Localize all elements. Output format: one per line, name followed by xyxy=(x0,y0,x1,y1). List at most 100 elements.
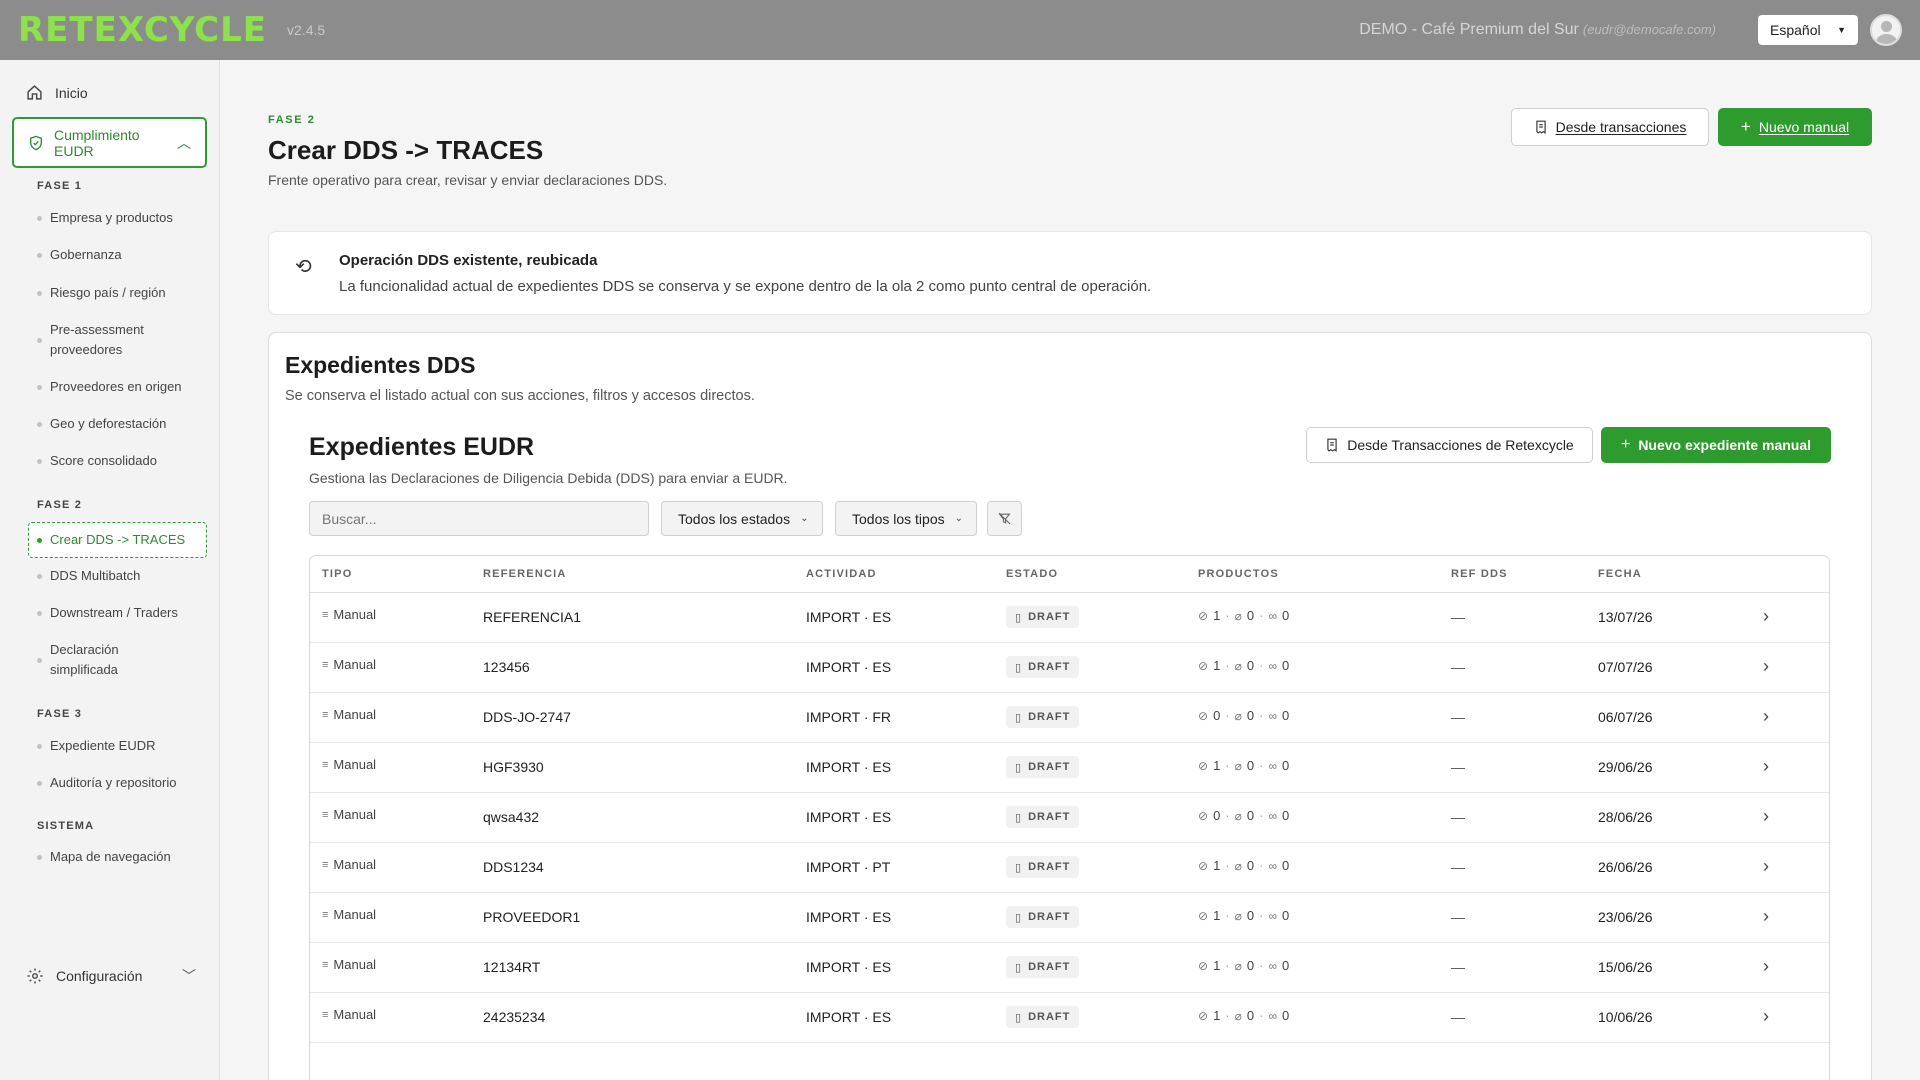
new-manual-button[interactable]: + Nuevo manual xyxy=(1718,108,1872,146)
sidebar-item-home[interactable]: Inicio xyxy=(26,84,88,101)
sidebar-item-config[interactable]: Configuración ﹀ xyxy=(26,966,196,986)
sidebar-item-expediente[interactable]: Expediente EUDR xyxy=(37,736,156,756)
row-ref-dds: — xyxy=(1451,859,1465,875)
attachment-count: 0 xyxy=(1246,1008,1255,1023)
link-icon: ∞ xyxy=(1268,658,1278,673)
phase-2-label: FASE 2 xyxy=(37,499,83,511)
tag-icon: ⊘ xyxy=(1198,708,1209,723)
chevron-right-icon[interactable]: › xyxy=(1763,706,1769,727)
tag-icon: ⊘ xyxy=(1198,1008,1209,1023)
link-count: 0 xyxy=(1282,858,1290,873)
type-filter-select[interactable]: Todos los tipos ⌄ xyxy=(835,501,977,536)
table-row[interactable]: ≡ Manual qwsa432 IMPORT · ES ▯ DRAFT ⊘ 0 · ⌀ 0 · ∞ 0—… xyxy=(310,793,1829,843)
sidebar-item-label: Proveedores en origen xyxy=(50,379,182,394)
section-subtitle: Gestiona las Declaraciones de Diligencia… xyxy=(309,470,788,486)
notice-text: La funcionalidad actual de expedientes D… xyxy=(339,278,1152,295)
sidebar-item-gobernanza[interactable]: Gobernanza xyxy=(37,245,122,265)
chevron-right-icon[interactable]: › xyxy=(1763,606,1769,627)
chevron-right-icon[interactable]: › xyxy=(1763,756,1769,777)
attachment-count: 0 xyxy=(1246,858,1255,873)
row-type: ≡ Manual xyxy=(322,657,376,672)
receipt-icon xyxy=(1535,120,1546,134)
sidebar-item-declaracion[interactable]: Declaración simplificada xyxy=(37,640,147,680)
search-input[interactable] xyxy=(309,501,649,536)
sidebar-item-score[interactable]: Score consolidado xyxy=(37,451,157,471)
chevron-right-icon[interactable]: › xyxy=(1763,856,1769,877)
table-row[interactable]: ≡ Manual 24235234 IMPORT · ES ▯ DRAFT ⊘ 1 · ⌀ 0 · ∞ 0… xyxy=(310,993,1829,1043)
sidebar-item-multibatch[interactable]: DDS Multibatch xyxy=(37,566,140,586)
chevron-right-icon[interactable]: › xyxy=(1763,656,1769,677)
chevron-right-icon[interactable]: › xyxy=(1763,1006,1769,1027)
system-label: SISTEMA xyxy=(37,820,95,832)
logo[interactable]: RETEXCYCLE xyxy=(18,10,267,50)
type-filter-value: Todos los tipos xyxy=(852,510,945,527)
row-reference: REFERENCIA1 xyxy=(483,609,582,625)
paperclip-icon: ⌀ xyxy=(1234,958,1242,973)
sidebar-item-downstream[interactable]: Downstream / Traders xyxy=(37,603,178,623)
product-count: 1 xyxy=(1213,1008,1221,1023)
chevron-right-icon[interactable]: › xyxy=(1763,956,1769,977)
document-icon: ▯ xyxy=(1015,711,1023,724)
table-row[interactable]: ≡ Manual DDS1234 IMPORT · PT ▯ DRAFT ⊘ 1 · ⌀ 0 · ∞ 0—… xyxy=(310,843,1829,893)
table-row[interactable]: ≡ Manual HGF3930 IMPORT · ES ▯ DRAFT ⊘ 1 · ⌀ 0 · ∞ 0—… xyxy=(310,743,1829,793)
tag-icon: ⊘ xyxy=(1198,608,1209,623)
sidebar-item-preassessment[interactable]: Pre-assessment proveedores xyxy=(37,320,167,360)
row-type: ≡ Manual xyxy=(322,757,376,772)
row-date: 26/06/26 xyxy=(1598,859,1653,875)
caret-down-icon: ▼ xyxy=(1837,25,1846,35)
phase-1-label: FASE 1 xyxy=(37,180,83,192)
clear-filter-button[interactable] xyxy=(987,501,1022,536)
filter-clear-icon xyxy=(998,512,1011,525)
state-filter-select[interactable]: Todos los estados ⌄ xyxy=(661,501,823,536)
sidebar-item-mapa[interactable]: Mapa de navegación xyxy=(37,847,171,867)
row-type-label: Manual xyxy=(333,607,377,622)
sidebar-item-crear-dds[interactable]: Crear DDS -> TRACES xyxy=(28,522,207,558)
paperclip-icon: ⌀ xyxy=(1234,1008,1242,1023)
status-label: DRAFT xyxy=(1028,911,1071,923)
button-label: Nuevo expediente manual xyxy=(1638,437,1812,453)
paperclip-icon: ⌀ xyxy=(1234,758,1242,773)
sidebar-item-eudr[interactable]: Cumplimiento EUDR ︿ xyxy=(12,117,207,168)
row-ref-dds: — xyxy=(1451,709,1465,725)
product-count: 1 xyxy=(1213,658,1221,673)
state-filter-value: Todos los estados xyxy=(678,510,791,527)
from-retexcycle-transactions-button[interactable]: Desde Transacciones de Retexcycle xyxy=(1306,427,1593,463)
status-badge: ▯ DRAFT xyxy=(1006,756,1080,778)
chevron-right-icon[interactable]: › xyxy=(1763,906,1769,927)
page-title: Crear DDS -> TRACES xyxy=(268,135,544,165)
account-info: DEMO - Café Premium del Sur (eudr@democaf… xyxy=(1359,21,1716,39)
table-row[interactable]: ≡ Manual REFERENCIA1 IMPORT · ES ▯ DRAFT ⊘ 1 · ⌀ 0… xyxy=(310,593,1829,643)
edit-list-icon: ≡ xyxy=(322,958,329,971)
status-badge: ▯ DRAFT xyxy=(1006,806,1080,828)
table-row[interactable]: ≡ Manual PROVEEDOR1 IMPORT · ES ▯ DRAFT ⊘ 1 · ⌀ 0 ·… xyxy=(310,893,1829,943)
sidebar-item-auditoria[interactable]: Auditoría y repositorio xyxy=(37,773,176,793)
link-count: 0 xyxy=(1282,708,1290,723)
row-activity: IMPORT · ES xyxy=(806,659,892,675)
status-label: DRAFT xyxy=(1028,961,1071,973)
column-header: REF DDS xyxy=(1451,568,1508,580)
column-header: PRODUCTOS xyxy=(1198,568,1279,580)
sidebar-item-empresa[interactable]: Empresa y productos xyxy=(37,208,173,228)
sidebar-item-label: DDS Multibatch xyxy=(50,568,141,583)
plus-icon: + xyxy=(1620,436,1631,453)
table-row[interactable]: ≡ Manual DDS-JO-2747 IMPORT · FR ▯ DRAFT ⊘ 0 · ⌀ 0… xyxy=(310,693,1829,743)
home-icon xyxy=(27,85,42,100)
sidebar-item-geo[interactable]: Geo y deforestación xyxy=(37,414,166,434)
row-activity: IMPORT · FR xyxy=(806,709,892,725)
status-badge: ▯ DRAFT xyxy=(1006,656,1080,678)
new-expediente-button[interactable]: + Nuevo expediente manual xyxy=(1601,427,1831,463)
from-transactions-button[interactable]: Desde transacciones xyxy=(1511,108,1709,146)
sidebar-item-proveedores-origen[interactable]: Proveedores en origen xyxy=(37,377,182,397)
link-icon: ∞ xyxy=(1268,708,1278,723)
table-row[interactable]: ≡ Manual 12134RT IMPORT · ES ▯ DRAFT ⊘ 1 · ⌀ 0 · ∞ 0—… xyxy=(310,943,1829,993)
product-count: 1 xyxy=(1213,608,1221,623)
link-icon: ∞ xyxy=(1268,908,1278,923)
language-select[interactable]: Español ▼ xyxy=(1758,15,1858,45)
sidebar-item-riesgo[interactable]: Riesgo país / región xyxy=(37,283,166,303)
avatar[interactable] xyxy=(1870,14,1902,46)
refresh-icon: ⟲ xyxy=(295,256,312,278)
row-products: ⊘ 1 · ⌀ 0 · ∞ 0 xyxy=(1198,608,1290,623)
row-ref-dds: — xyxy=(1451,659,1465,675)
chevron-right-icon[interactable]: › xyxy=(1763,806,1769,827)
table-row[interactable]: ≡ Manual 123456 IMPORT · ES ▯ DRAFT ⊘ 1 · ⌀ 0 · ∞ 0—0… xyxy=(310,643,1829,693)
